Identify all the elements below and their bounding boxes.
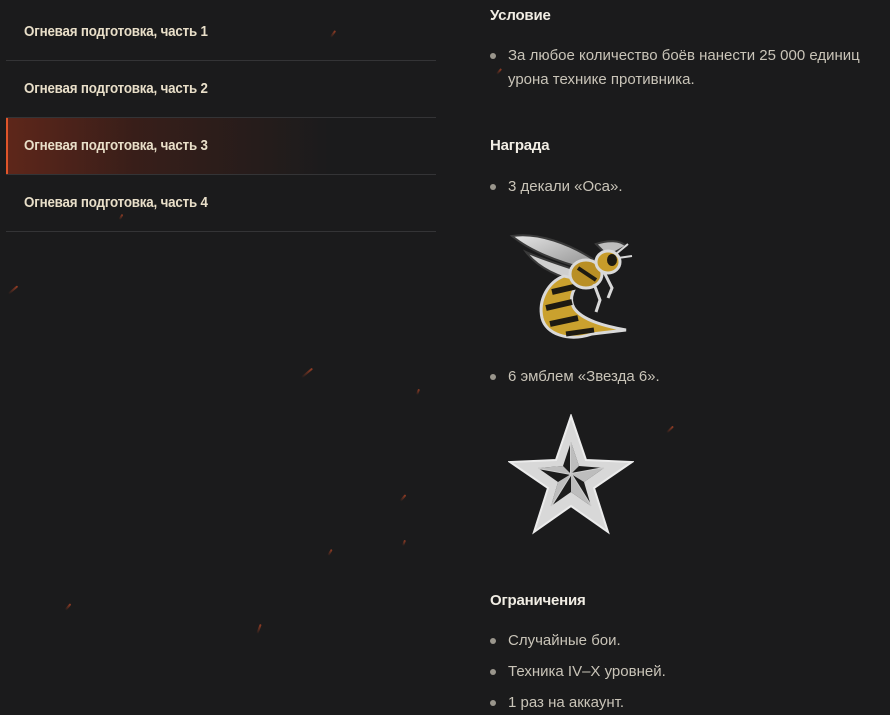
bullet-icon xyxy=(490,184,496,190)
ember-spark xyxy=(666,425,674,434)
condition-item: За любое количество боёв нанести 25 000 … xyxy=(490,44,890,92)
star-emblem-icon xyxy=(508,414,634,535)
sidebar-nav: Огневая подготовка, часть 1 Огневая подг… xyxy=(6,4,436,232)
reward-heading: Награда xyxy=(490,137,550,154)
wasp-decal-icon xyxy=(509,234,633,339)
condition-heading: Условие xyxy=(490,7,551,24)
ember-spark xyxy=(416,388,420,396)
bullet-icon xyxy=(490,638,496,644)
sidebar-item-label: Огневая подготовка, часть 3 xyxy=(24,138,208,154)
ember-spark xyxy=(399,494,407,502)
bullet-icon xyxy=(490,700,496,706)
sidebar-item-part-3[interactable]: Огневая подготовка, часть 3 xyxy=(6,118,436,175)
ember-spark xyxy=(327,548,333,557)
ember-spark xyxy=(402,539,406,547)
restriction-item: 1 раз на аккаунт. xyxy=(490,691,890,715)
restriction-item: Случайные бои. xyxy=(490,629,890,653)
bullet-icon xyxy=(490,374,496,380)
ember-spark xyxy=(300,367,314,379)
sidebar-item-part-4[interactable]: Огневая подготовка, часть 4 xyxy=(6,175,436,232)
reward-item: 3 декали «Оса». xyxy=(490,175,890,199)
ember-spark xyxy=(7,285,19,295)
restriction-item: Техника IV–X уровней. xyxy=(490,660,890,684)
sidebar-item-label: Огневая подготовка, часть 1 xyxy=(24,24,208,40)
sidebar-item-label: Огневая подготовка, часть 4 xyxy=(24,195,208,211)
sidebar-item-label: Огневая подготовка, часть 2 xyxy=(24,81,208,97)
bullet-icon xyxy=(490,53,496,59)
sidebar-item-part-2[interactable]: Огневая подготовка, часть 2 xyxy=(6,61,436,118)
bullet-icon xyxy=(490,669,496,675)
ember-spark xyxy=(256,623,262,635)
sidebar-item-part-1[interactable]: Огневая подготовка, часть 1 xyxy=(6,4,436,61)
reward-item: 6 эмблем «Звезда 6». xyxy=(490,365,890,389)
restrictions-heading: Ограничения xyxy=(490,592,586,609)
ember-spark xyxy=(64,603,72,611)
page: Огневая подготовка, часть 1 Огневая подг… xyxy=(0,0,890,715)
